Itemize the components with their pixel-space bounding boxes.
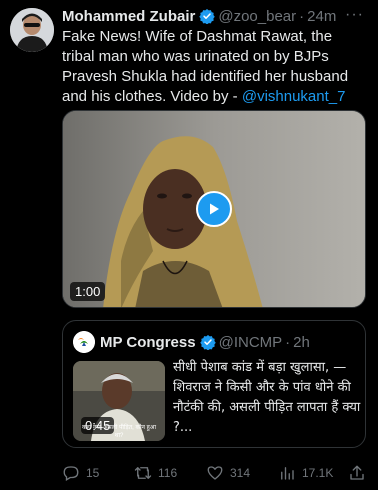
- like-icon: [207, 466, 223, 480]
- quote-verified-badge-icon: [199, 335, 216, 350]
- tweet-text: Fake News! Wife of Dashmat Rawat, the tr…: [62, 27, 366, 107]
- play-icon: [210, 203, 219, 215]
- author-handle[interactable]: @zoo_bear: [218, 8, 296, 25]
- more-icon[interactable]: ···: [345, 6, 364, 24]
- action-bar: 15 116 314 17.1K: [62, 462, 368, 484]
- quote-header: MP Congress @INCMP · 2h: [73, 331, 310, 353]
- retweet-icon: [134, 467, 152, 479]
- tweet-header: Mohammed Zubair @zoo_bear · 24m: [62, 6, 368, 26]
- views-button[interactable]: 17.1K: [278, 462, 333, 484]
- share-icon: [350, 465, 364, 480]
- retweet-count: 116: [158, 466, 178, 480]
- quote-text: सीधी पेशाब कांड में बड़ा खुलासा, — शिवरा…: [173, 360, 361, 435]
- verified-badge-icon: [199, 9, 216, 24]
- quote-author-avatar[interactable]: [73, 331, 95, 353]
- author-avatar[interactable]: [10, 8, 54, 52]
- quote-separator-dot: ·: [285, 333, 291, 351]
- views-count: 17.1K: [302, 466, 334, 480]
- views-icon: [281, 467, 294, 480]
- share-button[interactable]: [348, 462, 372, 484]
- quote-video-caption: कहां गया असली पीड़ित, कौन हुआ था?: [82, 425, 156, 439]
- quote-video-thumbnail[interactable]: 0:45 कहां गया असली पीड़ित, कौन हुआ था?: [73, 361, 165, 441]
- tweet-mention-link[interactable]: @vishnukant_7: [242, 88, 346, 105]
- separator-dot: ·: [299, 7, 305, 25]
- retweet-button[interactable]: 116: [134, 462, 177, 484]
- reply-button[interactable]: 15: [62, 462, 99, 484]
- quote-author-handle[interactable]: @INCMP: [219, 334, 283, 351]
- quote-author-name[interactable]: MP Congress: [100, 334, 196, 351]
- reply-count: 15: [86, 466, 100, 480]
- like-button[interactable]: 314: [206, 462, 250, 484]
- author-name[interactable]: Mohammed Zubair: [62, 8, 195, 25]
- tweet-time[interactable]: 24m: [307, 8, 336, 25]
- video-duration: 1:00: [70, 282, 106, 301]
- tweet-body: Mohammed Zubair @zoo_bear · 24m ··· Fake…: [62, 6, 368, 107]
- quote-time: 2h: [293, 333, 310, 351]
- reply-icon: [63, 466, 79, 481]
- quoted-tweet[interactable]: MP Congress @INCMP · 2h 0:45 कहां गया अस…: [62, 320, 366, 448]
- like-count: 314: [230, 466, 251, 480]
- play-button[interactable]: [196, 191, 232, 227]
